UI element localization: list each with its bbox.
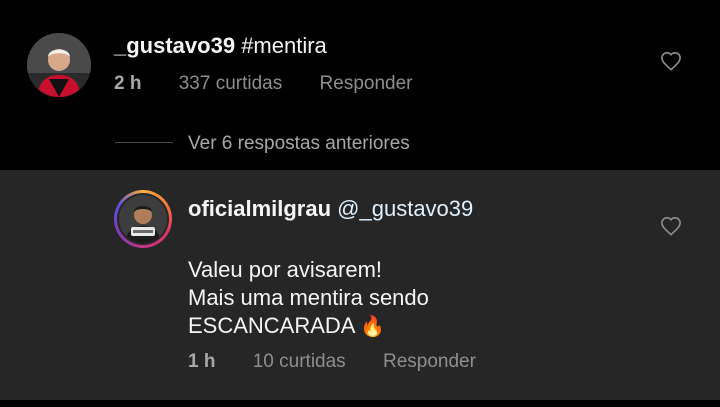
reply-text-emphasis: ESCANCARADA [188,313,355,338]
comment-reply-button[interactable]: Responder [320,73,413,94]
comment-meta: 2 h 337 curtidas Responder [114,72,444,96]
user-avatar-image [119,195,167,243]
reply-text-line: Valeu por avisarem! [188,257,383,282]
user-avatar-image [27,33,91,97]
reply-reply-button[interactable]: Responder [383,351,476,372]
story-ring-avatar[interactable] [114,190,172,248]
comment-username[interactable]: _gustavo39 [114,33,235,58]
fire-icon: 🔥 [360,316,386,338]
reply-time: 1 h [188,351,216,372]
reply-text-line: Mais uma mentira sendo [188,285,429,310]
reply-meta: 1 h 10 curtidas Responder [188,350,508,374]
view-previous-replies-button[interactable]: Ver 6 respostas anteriores [188,132,410,156]
comment-text-line: _gustavo39 #mentira [114,33,327,59]
comment-hashtag[interactable]: #mentira [241,33,327,58]
heart-outline-icon[interactable] [660,216,682,236]
reply-item: oficialmilgrau @_gustavo39 Valeu por avi… [0,170,720,400]
reply-header: oficialmilgrau @_gustavo39 [188,196,473,222]
reply-text: Valeu por avisarem! Mais uma mentira sen… [188,256,429,341]
comments-screen: _gustavo39 #mentira 2 h 337 curtidas Res… [0,0,720,407]
bottom-edge [0,400,720,407]
heart-outline-icon[interactable] [660,51,682,71]
avatar [119,195,167,243]
reply-mention[interactable]: @_gustavo39 [337,196,473,221]
reply-username[interactable]: oficialmilgrau [188,196,331,221]
comment-item: _gustavo39 #mentira 2 h 337 curtidas Res… [0,0,720,170]
reply-text-line: ESCANCARADA 🔥 [188,312,429,341]
avatar[interactable] [27,33,91,97]
comment-time: 2 h [114,73,142,94]
reply-likes-count[interactable]: 10 curtidas [253,351,346,372]
comment-likes-count[interactable]: 337 curtidas [179,73,283,94]
replies-divider-line [115,142,173,143]
